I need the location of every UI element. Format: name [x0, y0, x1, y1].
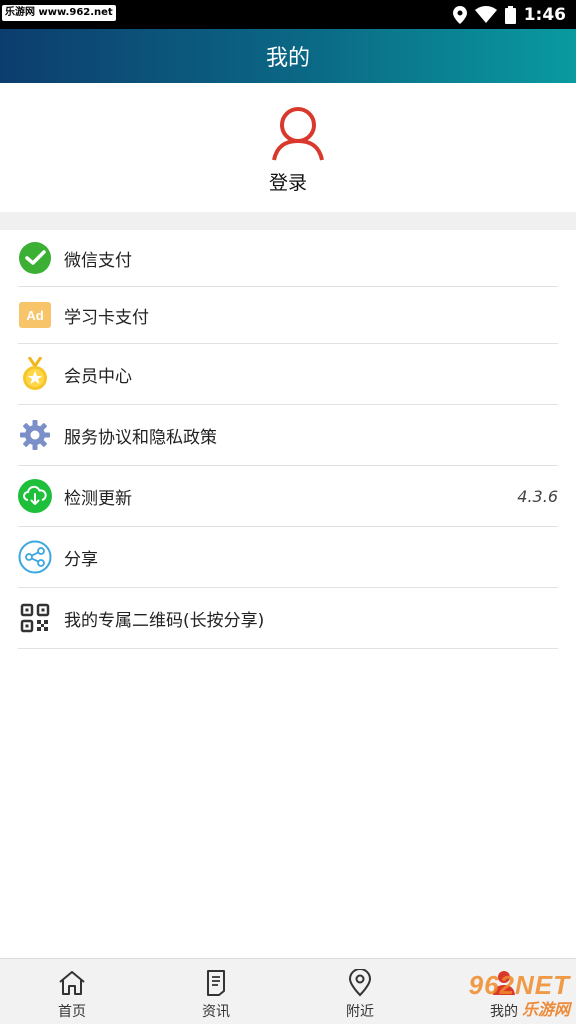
location-pin-icon — [348, 969, 372, 997]
settings-menu: 微信支付 Ad 学习卡支付 会员中心 服务协议和隐私政策 检测更新 4.3.6 … — [0, 230, 576, 649]
menu-item-label: 学习卡支付 — [64, 307, 149, 328]
menu-item-share[interactable]: 分享 — [18, 527, 558, 588]
nav-tab-label: 首页 — [58, 1004, 86, 1020]
page-title: 我的 — [265, 46, 310, 71]
user-outline-icon[interactable] — [271, 105, 325, 161]
menu-item-member-center[interactable]: 会员中心 — [18, 344, 558, 405]
cloud-download-icon — [18, 479, 52, 513]
wifi-icon — [474, 6, 497, 23]
page-header: 我的 — [0, 29, 576, 83]
status-time: 1:46 — [523, 4, 566, 25]
login-button[interactable]: 登录 — [0, 168, 576, 195]
share-icon — [18, 540, 52, 574]
battery-icon — [504, 5, 516, 24]
menu-item-label: 会员中心 — [64, 366, 132, 387]
wechat-pay-icon — [18, 241, 52, 275]
nav-tab-nearby[interactable]: 附近 — [288, 959, 432, 1024]
nav-tab-label: 我的 — [490, 1004, 518, 1020]
menu-item-label: 分享 — [64, 549, 98, 570]
menu-item-label: 检测更新 — [64, 488, 132, 509]
location-icon — [452, 5, 467, 24]
gear-icon — [18, 418, 52, 452]
news-icon — [207, 970, 225, 996]
nav-tab-label: 附近 — [346, 1004, 374, 1020]
watermark-label: 乐游网 www.962.net — [2, 5, 116, 21]
site-watermark: 962NET 乐游网 — [469, 970, 570, 1019]
home-icon — [59, 971, 85, 995]
ad-card-icon: Ad — [18, 298, 52, 332]
menu-item-wechat-pay[interactable]: 微信支付 — [18, 230, 558, 287]
nav-tab-label: 资讯 — [202, 1004, 230, 1020]
status-icons: 1:46 — [452, 0, 566, 29]
nav-tab-news[interactable]: 资讯 — [144, 959, 288, 1024]
menu-item-label: 微信支付 — [64, 250, 132, 271]
qr-code-icon — [18, 601, 52, 635]
svg-text:Ad: Ad — [26, 308, 43, 323]
app-version: 4.3.6 — [517, 486, 558, 506]
menu-item-service-agreement[interactable]: 服务协议和隐私政策 — [18, 405, 558, 466]
section-divider — [0, 212, 576, 230]
menu-item-check-update[interactable]: 检测更新 4.3.6 — [18, 466, 558, 527]
status-bar: 乐游网 www.962.net 1:46 — [0, 0, 576, 29]
menu-item-study-card-pay[interactable]: Ad 学习卡支付 — [18, 287, 558, 344]
watermark-sub: 乐游网 — [521, 1002, 570, 1019]
menu-item-label: 我的专属二维码(长按分享) — [64, 610, 265, 631]
menu-item-qr-code[interactable]: 我的专属二维码(长按分享) — [18, 588, 558, 649]
nav-tab-home[interactable]: 首页 — [0, 959, 144, 1024]
medal-icon — [18, 357, 52, 391]
menu-item-label: 服务协议和隐私政策 — [64, 427, 217, 448]
